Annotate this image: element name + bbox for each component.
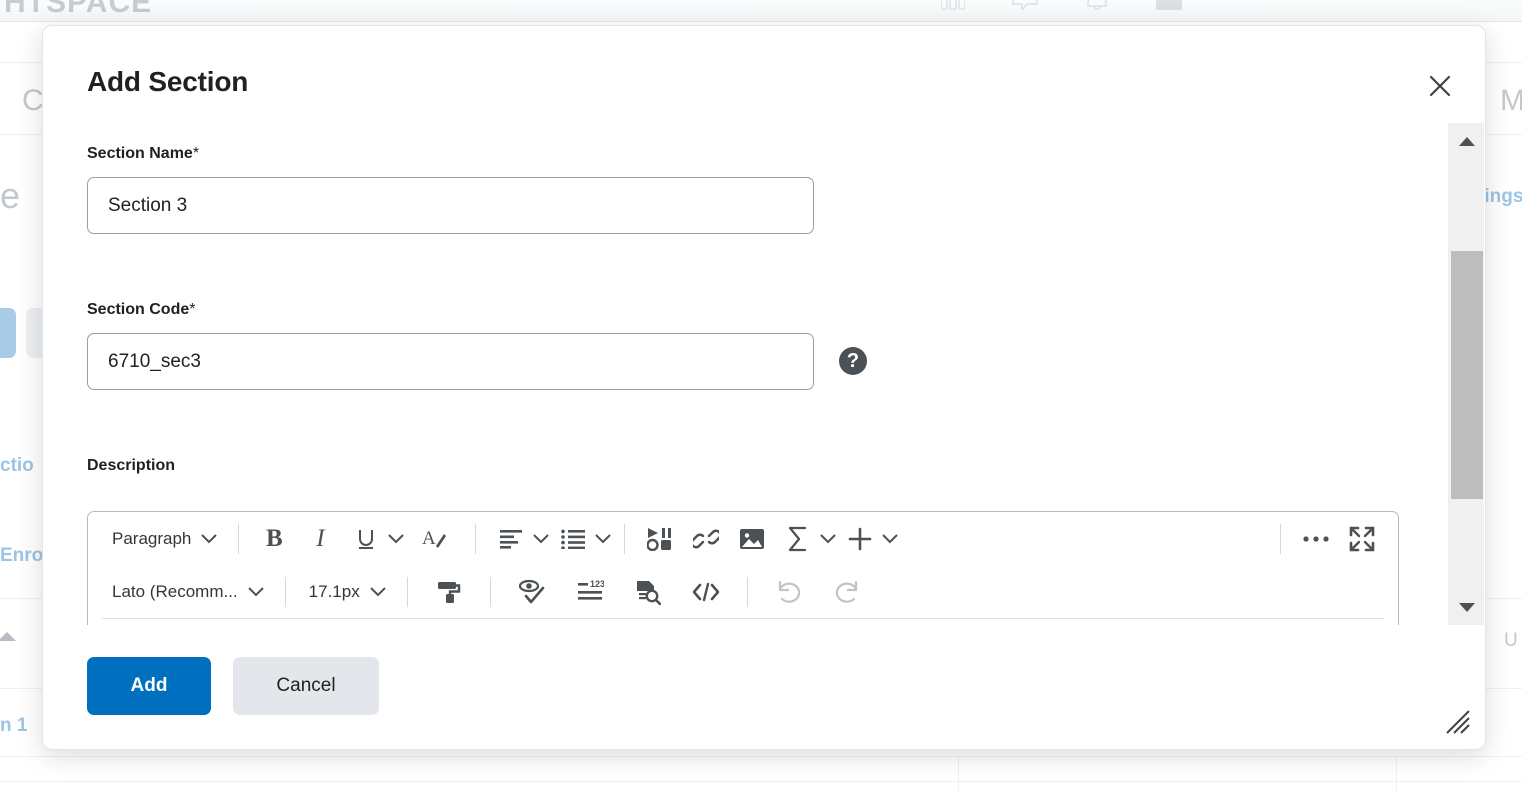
list-icon[interactable] — [551, 519, 595, 559]
add-button[interactable]: Add — [87, 657, 211, 715]
chevron-down-icon[interactable] — [882, 534, 898, 544]
align-group — [489, 519, 549, 559]
background-text-fragment: ctio — [0, 455, 34, 477]
fullscreen-icon[interactable] — [1340, 519, 1384, 559]
background-text-fragment: U — [1504, 630, 1518, 652]
description-editor: Paragraph B I — [87, 511, 1399, 625]
accessibility-check-icon[interactable] — [504, 572, 560, 612]
toolbar-divider — [1280, 524, 1281, 554]
close-icon[interactable] — [1423, 69, 1457, 103]
background-text-fragment: e — [0, 175, 20, 217]
word-count-icon[interactable]: 123 — [562, 572, 618, 612]
editor-toolbar-row-1: Paragraph B I — [88, 512, 1398, 566]
equation-icon[interactable] — [776, 519, 820, 559]
clear-formatting-icon[interactable]: A — [406, 519, 462, 559]
required-marker: * — [193, 145, 199, 162]
redo-icon[interactable] — [819, 572, 875, 612]
background-divider — [958, 756, 959, 791]
background-divider — [0, 781, 1522, 782]
toolbar-divider — [407, 577, 408, 607]
section-code-label: Section Code* — [87, 301, 195, 319]
undo-icon[interactable] — [761, 572, 817, 612]
background-text-fragment: C — [22, 84, 44, 118]
font-family-select[interactable]: Lato (Recomm... — [102, 573, 272, 611]
chevron-down-icon — [370, 587, 386, 597]
modal-title: Add Section — [87, 66, 248, 98]
insert-link-icon[interactable] — [684, 519, 728, 559]
toolbar-divider — [624, 524, 625, 554]
format-painter-icon[interactable] — [421, 572, 477, 612]
background-text-fragment: n 1 — [0, 715, 27, 737]
required-marker: * — [189, 301, 195, 318]
scrollbar-thumb[interactable] — [1451, 251, 1483, 499]
add-section-modal: Add Section Section Name* Section Code* … — [42, 25, 1486, 750]
insert-more-icon[interactable] — [838, 519, 882, 559]
background-text-fragment: M — [1500, 84, 1522, 118]
preview-icon[interactable] — [620, 572, 676, 612]
chevron-down-icon[interactable] — [388, 534, 404, 544]
description-label: Description — [87, 457, 175, 475]
section-name-label: Section Name* — [87, 145, 199, 163]
section-name-label-text: Section Name — [87, 145, 193, 162]
scroll-up-arrow-icon[interactable] — [1449, 123, 1485, 159]
toolbar-divider — [285, 577, 286, 607]
italic-button[interactable]: I — [298, 519, 342, 559]
underline-icon[interactable] — [344, 519, 388, 559]
toolbar-divider — [238, 524, 239, 554]
align-icon[interactable] — [489, 519, 533, 559]
background-pill — [0, 308, 16, 358]
underline-group — [344, 519, 404, 559]
modal-footer: Add Cancel — [87, 623, 379, 749]
chevron-down-icon[interactable] — [820, 534, 836, 544]
svg-text:A: A — [422, 528, 436, 549]
more-options-icon[interactable] — [1294, 519, 1338, 559]
help-icon[interactable]: ? — [839, 347, 867, 375]
insert-more-group — [838, 519, 898, 559]
resize-handle[interactable] — [1445, 709, 1471, 735]
grid-icon — [940, 0, 966, 10]
background-divider — [0, 756, 1522, 757]
section-code-label-text: Section Code — [87, 301, 189, 318]
modal-scrollbar[interactable] — [1448, 123, 1484, 625]
background-text-fragment: Enro — [0, 545, 43, 567]
editor-toolbar-row-2: Lato (Recomm... 17.1px — [88, 566, 1398, 618]
paragraph-style-select[interactable]: Paragraph — [102, 520, 225, 558]
insert-media-icon[interactable] — [638, 519, 682, 559]
chat-icon — [1012, 0, 1038, 10]
bell-icon — [1084, 0, 1110, 10]
background-caret-icon — [0, 632, 16, 641]
scroll-down-arrow-icon[interactable] — [1449, 589, 1485, 625]
modal-scroll-body: Section Name* Section Code* ? Descriptio… — [43, 123, 1443, 625]
background-nav-icons — [940, 0, 1182, 10]
equation-group — [776, 519, 836, 559]
section-name-input[interactable] — [87, 177, 814, 234]
brightspace-logo: HTSPACE — [4, 0, 152, 20]
chevron-down-icon[interactable] — [533, 534, 549, 544]
chevron-down-icon[interactable] — [595, 534, 611, 544]
svg-text:123: 123 — [590, 580, 604, 589]
toolbar-divider — [475, 524, 476, 554]
background-divider — [1396, 756, 1397, 791]
cancel-button[interactable]: Cancel — [233, 657, 379, 715]
font-family-value: Lato (Recomm... — [112, 582, 238, 602]
insert-image-icon[interactable] — [730, 519, 774, 559]
source-code-icon[interactable] — [678, 572, 734, 612]
bold-button[interactable]: B — [252, 519, 296, 559]
avatar-icon — [1156, 0, 1182, 10]
toolbar-divider — [747, 577, 748, 607]
font-size-select[interactable]: 17.1px — [299, 573, 394, 611]
chevron-down-icon — [248, 587, 264, 597]
paragraph-style-value: Paragraph — [112, 529, 191, 549]
toolbar-divider — [490, 577, 491, 607]
chevron-down-icon — [201, 534, 217, 544]
background-navbar — [0, 0, 1522, 22]
section-code-input[interactable] — [87, 333, 814, 390]
list-group — [551, 519, 611, 559]
font-size-value: 17.1px — [309, 582, 360, 602]
